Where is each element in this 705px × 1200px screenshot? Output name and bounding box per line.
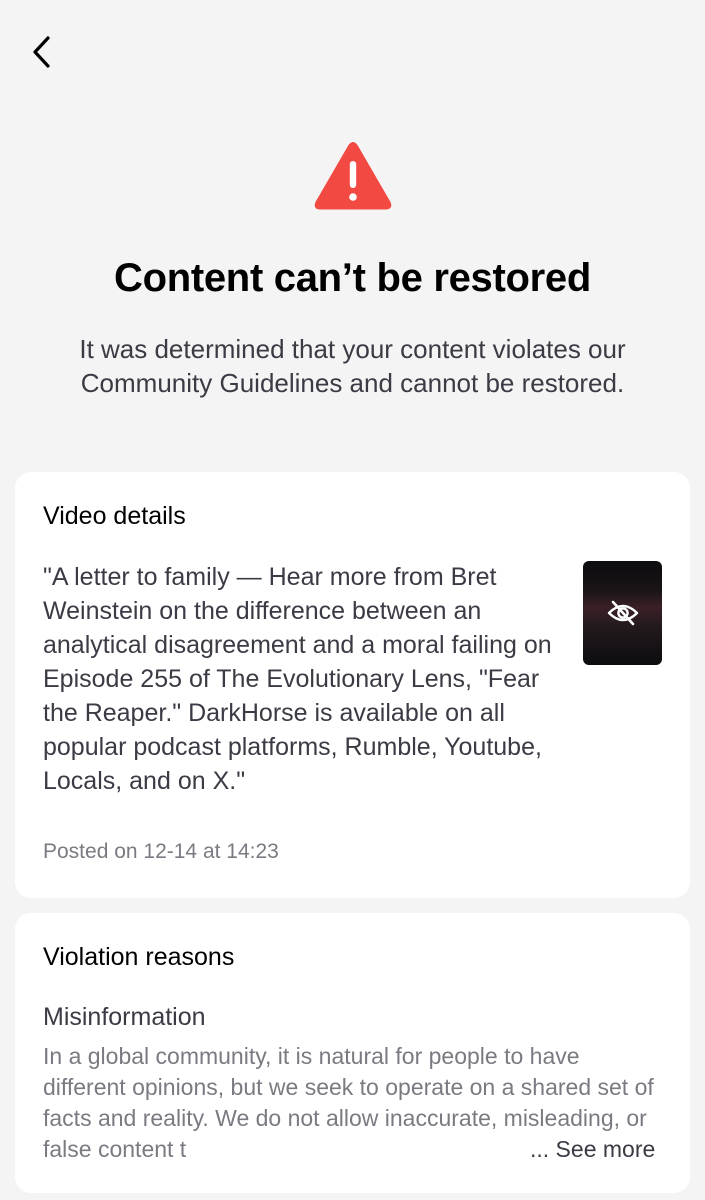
chevron-left-icon (33, 36, 50, 68)
video-description: "A letter to family — Hear more from Bre… (43, 563, 552, 795)
violation-reason-name: Misinformation (43, 1003, 206, 1031)
video-thumbnail[interactable] (583, 561, 662, 665)
eye-slash-icon (607, 600, 638, 626)
page-title: Content can’t be restored (113, 256, 591, 300)
back-button[interactable] (22, 30, 62, 74)
video-details-card: Video details "A letter to family — Hear… (15, 472, 690, 898)
violation-reasons-card: Violation reasons Misinformation In a gl… (15, 913, 690, 1193)
video-details-heading: Video details (43, 502, 186, 530)
page-subtitle: It was determined that your content viol… (79, 334, 626, 398)
posted-date: Posted on 12-14 at 14:23 (43, 840, 279, 863)
warning-triangle-icon (314, 142, 392, 210)
see-more-link[interactable]: ... See more (508, 1134, 656, 1165)
violation-reasons-heading: Violation reasons (43, 943, 235, 971)
